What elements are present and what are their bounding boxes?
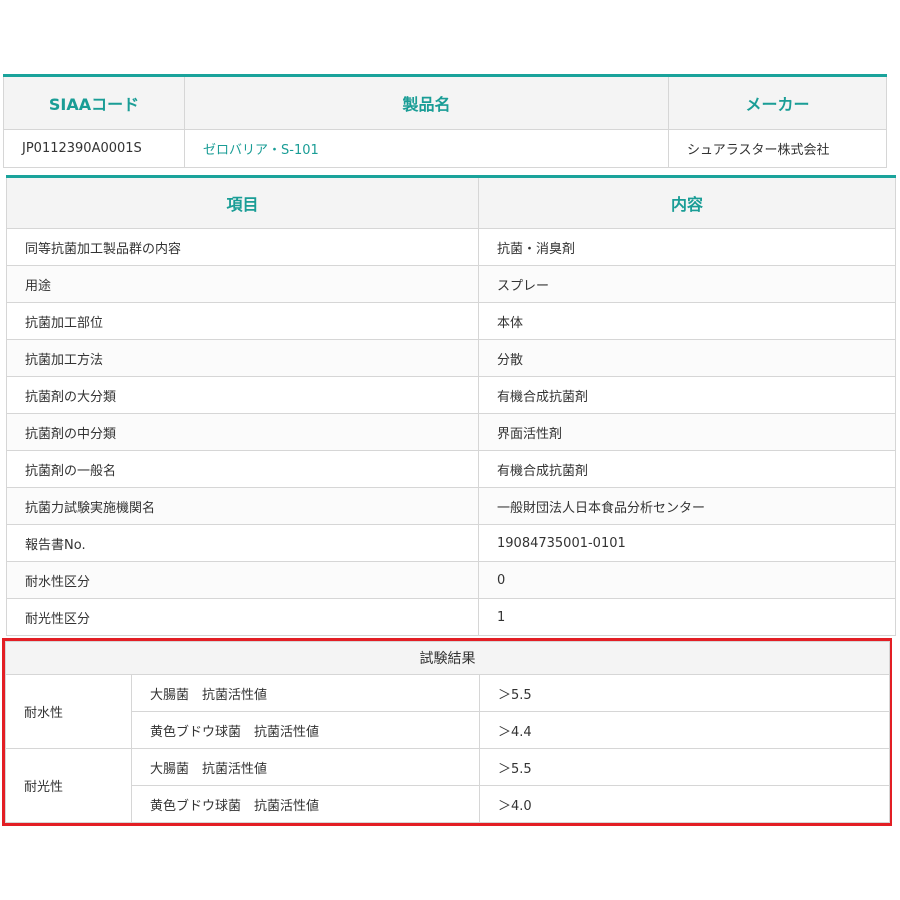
test-name: 大腸菌 抗菌活性値 [131,748,480,786]
item-label: 同等抗菌加工製品群の内容 [6,228,479,266]
table-row: 同等抗菌加工製品群の内容 抗菌・消臭剤 [6,228,896,266]
item-label: 耐水性区分 [6,561,479,599]
maker-header: メーカー [668,75,887,130]
siaa-code: JP0112390A0001S [3,129,185,168]
product-table: SIAAコード 製品名 メーカー JP0112390A0001S ゼロバリア・S… [3,74,887,168]
item-value: 本体 [478,302,896,340]
item-label: 抗菌加工部位 [6,302,479,340]
item-label: 抗菌剤の中分類 [6,413,479,451]
item-value: 0 [478,561,896,599]
table-row: 用途 スプレー [6,265,896,303]
item-label: 抗菌剤の大分類 [6,376,479,414]
table-row: 耐水性区分 0 [6,561,896,599]
product-header-row: SIAAコード 製品名 メーカー [3,75,887,130]
product-row: JP0112390A0001S ゼロバリア・S-101 シュアラスター株式会社 [3,129,887,168]
table-row: 抗菌力試験実施機関名 一般財団法人日本食品分析センター [6,487,896,525]
item-value: スプレー [478,265,896,303]
product-name-link[interactable]: ゼロバリア・S-101 [184,129,669,168]
item-value: 一般財団法人日本食品分析センター [478,487,896,525]
item-value: 界面活性剤 [478,413,896,451]
test-value: ＞4.0 [479,785,890,823]
test-value: ＞5.5 [479,674,890,712]
table-row: 耐光性区分 1 [6,598,896,636]
table-row: 抗菌加工方法 分散 [6,339,896,377]
item-label: 用途 [6,265,479,303]
test-value: ＞5.5 [479,748,890,786]
test-name: 黄色ブドウ球菌 抗菌活性値 [131,785,480,823]
table-row: 抗菌剤の中分類 界面活性剤 [6,413,896,451]
detail-table: 項目 内容 同等抗菌加工製品群の内容 抗菌・消臭剤 用途 スプレー 抗菌加工部位 本体… [6,175,896,636]
table-row: 黄色ブドウ球菌 抗菌活性値 ＞4.4 [6,711,890,749]
item-value: 有機合成抗菌剤 [478,450,896,488]
item-value: 抗菌・消臭剤 [478,228,896,266]
item-label: 報告書No. [6,524,479,562]
group-label-light: 耐光性 [5,748,132,823]
item-label: 抗菌加工方法 [6,339,479,377]
item-label: 耐光性区分 [6,598,479,636]
item-label: 抗菌力試験実施機関名 [6,487,479,525]
table-row: 報告書No. 19084735001-0101 [6,524,896,562]
table-row: 耐光性 大腸菌 抗菌活性値 ＞5.5 [5,748,890,823]
test-name: 黄色ブドウ球菌 抗菌活性値 [131,711,480,749]
test-results-highlight: 試験結果 耐水性 大腸菌 抗菌活性値 ＞5.5 黄色ブドウ球菌 抗菌活性値 ＞4… [2,638,892,826]
product-name-header: 製品名 [184,75,669,130]
item-value: 19084735001-0101 [478,524,896,562]
group-label-water: 耐水性 [5,674,132,749]
item-label: 抗菌剤の一般名 [6,450,479,488]
siaa-code-header: SIAAコード [3,75,185,130]
test-value: ＞4.4 [479,711,890,749]
results-caption-row: 試験結果 [5,641,890,675]
results-caption: 試験結果 [5,641,890,675]
table-row: 抗菌剤の大分類 有機合成抗菌剤 [6,376,896,414]
maker-name: シュアラスター株式会社 [668,129,887,168]
table-row: 黄色ブドウ球菌 抗菌活性値 ＞4.0 [6,785,890,823]
detail-header-row: 項目 内容 [6,176,896,229]
item-value: 分散 [478,339,896,377]
item-value: 1 [478,598,896,636]
test-results-table: 試験結果 耐水性 大腸菌 抗菌活性値 ＞5.5 黄色ブドウ球菌 抗菌活性値 ＞4… [5,641,890,823]
item-header: 項目 [6,176,479,229]
content-header: 内容 [478,176,896,229]
table-row: 抗菌加工部位 本体 [6,302,896,340]
test-name: 大腸菌 抗菌活性値 [131,674,480,712]
item-value: 有機合成抗菌剤 [478,376,896,414]
table-row: 耐水性 大腸菌 抗菌活性値 ＞5.5 [5,674,890,749]
table-row: 抗菌剤の一般名 有機合成抗菌剤 [6,450,896,488]
